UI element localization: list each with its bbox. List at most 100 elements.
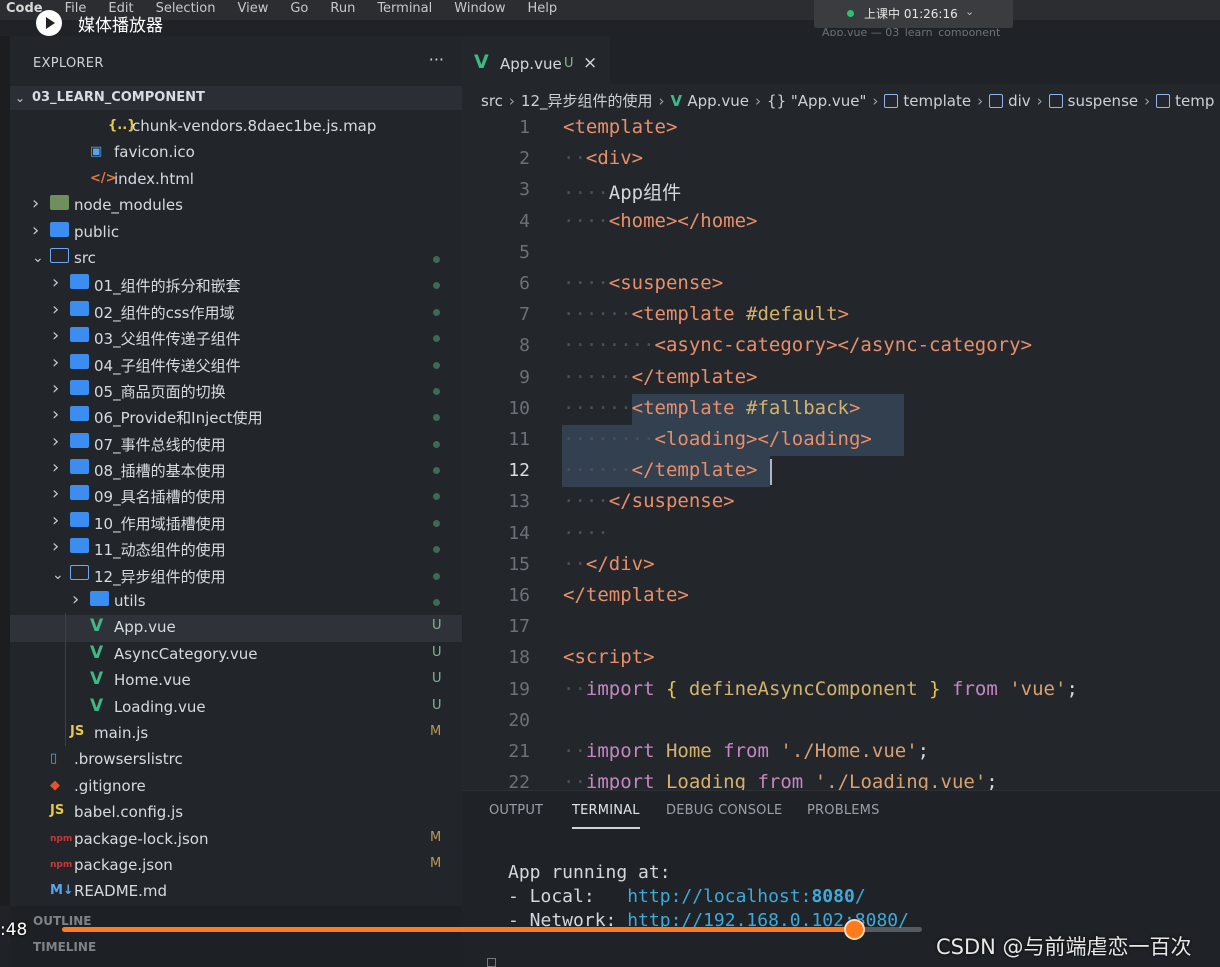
breadcrumb-item[interactable]: {} "App.vue" <box>767 92 866 110</box>
tree-item[interactable]: › 03_父组件传递子组件 <box>10 325 462 351</box>
menu-item-selection[interactable]: Selection <box>156 1 216 16</box>
breadcrumb-item[interactable]: temp <box>1175 92 1214 110</box>
tree-item[interactable]: ⌄ 12_异步组件的使用 <box>10 563 462 589</box>
tree-item-label: main.js <box>94 723 149 742</box>
tab-app-vue[interactable]: V App.vue U × <box>462 36 610 84</box>
code-text: <template> <box>563 116 678 138</box>
code-line[interactable]: 3 ····App组件 <box>462 176 1220 207</box>
code-line[interactable]: 15 ··</div> <box>462 551 1220 582</box>
live-status-pill[interactable]: 上课中 01:26:16 ⌄ <box>814 0 1013 28</box>
tree-item[interactable]: ▣ favicon.ico <box>10 140 462 166</box>
tree-item[interactable]: › 10_作用域插槽使用 <box>10 510 462 536</box>
tab-problems[interactable]: PROBLEMS <box>807 803 880 818</box>
menu-item-terminal[interactable]: Terminal <box>377 1 432 16</box>
code-line[interactable]: 20 <box>462 707 1220 738</box>
tree-item[interactable]: ⌄ src <box>10 246 462 272</box>
chevron-right-icon: › <box>52 377 60 399</box>
code-line[interactable]: 22 ··import Loading from './Loading.vue'; <box>462 769 1220 790</box>
code-line[interactable]: 12 ······</template> <box>462 457 1220 488</box>
tree-item[interactable]: M↓ README.md <box>10 879 462 905</box>
menu-item-window[interactable]: Window <box>454 1 505 16</box>
tree-item[interactable]: JS babel.config.js <box>10 800 462 826</box>
code-text: ··</div> <box>563 552 655 575</box>
tree-item[interactable]: › utils <box>10 589 462 615</box>
outline-section[interactable]: OUTLINE <box>33 914 91 928</box>
git-status-badge: U <box>432 697 442 713</box>
progress-knob[interactable] <box>843 919 865 940</box>
tree-item[interactable]: {..} chunk-vendors.8daec1be.js.map <box>10 114 462 140</box>
line-number: 18 <box>508 647 530 669</box>
tree-item-label: 07_事件总线的使用 <box>94 435 226 454</box>
code-line[interactable]: 2 ··<div> <box>462 145 1220 176</box>
code-line[interactable]: 5 <box>462 239 1220 270</box>
project-header[interactable]: ⌄ 03_LEARN_COMPONENT <box>10 86 462 110</box>
code-line[interactable]: 9 ······</template> <box>462 364 1220 395</box>
code-line[interactable]: 21 ··import Home from './Home.vue'; <box>462 738 1220 769</box>
progress-bar[interactable] <box>62 919 922 940</box>
breadcrumb-item[interactable]: suspense <box>1068 92 1138 110</box>
folder-open-icon <box>50 247 69 263</box>
indent-guide <box>65 613 66 746</box>
breadcrumb-item[interactable]: div <box>1008 92 1031 110</box>
tree-item[interactable]: › public <box>10 220 462 246</box>
tree-item[interactable]: ▯ .browserslistrc <box>10 747 462 773</box>
tree-item[interactable]: › 02_组件的css作用域 <box>10 299 462 325</box>
tree-item-label: 06_Provide和Inject使用 <box>94 409 263 428</box>
tree-item[interactable]: V Loading.vue U <box>10 695 462 721</box>
code-line[interactable]: 10 ······<template #fallback> <box>462 395 1220 426</box>
menu-item-go[interactable]: Go <box>290 1 308 16</box>
tree-item[interactable]: › 05_商品页面的切换 <box>10 378 462 404</box>
tab-terminal[interactable]: TERMINAL <box>572 803 640 829</box>
tree-item[interactable]: › 04_子组件传递父组件 <box>10 352 462 378</box>
code-line[interactable]: 18 <script> <box>462 644 1220 675</box>
code-line[interactable]: 4 ····<home></home> <box>462 208 1220 239</box>
code-line[interactable]: 17 <box>462 613 1220 644</box>
code-line[interactable]: 7 ······<template #default> <box>462 301 1220 332</box>
tree-item-label: node_modules <box>74 196 183 215</box>
code-line[interactable]: 13 ····</suspense> <box>462 488 1220 519</box>
tree-item[interactable]: npm package-lock.json M <box>10 827 462 853</box>
code-line[interactable]: 8 ········<async-category></async-categor… <box>462 332 1220 363</box>
tree-item[interactable]: V Home.vue U <box>10 668 462 694</box>
code-editor[interactable]: 1 <template> 2 ··<div> 3 ····App组件 4 ····<home>… <box>462 114 1220 790</box>
folder-icon <box>50 221 69 237</box>
tree-item[interactable]: › 06_Provide和Inject使用 <box>10 404 462 430</box>
code-line[interactable]: 16 </template> <box>462 582 1220 613</box>
tree-item-label: Home.vue <box>114 671 191 690</box>
breadcrumb-item[interactable]: 12_异步组件的使用 <box>521 92 653 110</box>
code-line[interactable]: 11 ········<loading></loading> <box>462 426 1220 457</box>
tree-item[interactable]: › 09_具名插槽的使用 <box>10 483 462 509</box>
more-actions-icon[interactable]: ··· <box>429 50 444 69</box>
tab-output[interactable]: OUTPUT <box>489 803 543 818</box>
tree-item[interactable]: › 08_插槽的基本使用 <box>10 457 462 483</box>
tree-item[interactable]: V App.vue U <box>10 615 462 642</box>
tree-item[interactable]: </> index.html <box>10 167 462 193</box>
menu-item-view[interactable]: View <box>237 1 268 16</box>
tab-debug-console[interactable]: DEBUG CONSOLE <box>666 803 782 818</box>
tree-item[interactable]: › 07_事件总线的使用 <box>10 431 462 457</box>
tree-item[interactable]: ◆ .gitignore <box>10 774 462 800</box>
panel-toggle-icon[interactable] <box>487 958 496 967</box>
breadcrumb-item[interactable]: template <box>903 92 971 110</box>
breadcrumb-item[interactable]: src <box>481 92 503 110</box>
terminal-local-url[interactable]: http://localhost: <box>627 886 811 907</box>
code-line[interactable]: 6 ····<suspense> <box>462 270 1220 301</box>
menu-bar: Code File Edit Selection View Go Run Terminal Wi… <box>0 0 1220 20</box>
code-line[interactable]: 1 <template> <box>462 114 1220 145</box>
terminal-local-slash[interactable]: / <box>855 886 866 907</box>
tree-item[interactable]: V AsyncCategory.vue U <box>10 642 462 668</box>
tree-item[interactable]: JS main.js M <box>10 721 462 747</box>
tree-item[interactable]: npm package.json M <box>10 853 462 879</box>
menu-item-run[interactable]: Run <box>330 1 355 16</box>
timeline-section[interactable]: TIMELINE <box>33 940 96 954</box>
close-icon[interactable]: × <box>583 53 597 73</box>
code-line[interactable]: 14 ···· <box>462 520 1220 551</box>
play-icon[interactable] <box>36 10 62 36</box>
menu-item-help[interactable]: Help <box>528 1 558 16</box>
terminal-local-port[interactable]: 8080 <box>811 886 854 907</box>
tree-item[interactable]: › node_modules <box>10 193 462 219</box>
tree-item[interactable]: › 01_组件的拆分和嵌套 <box>10 272 462 298</box>
code-line[interactable]: 19 ··import { defineAsyncComponent } from… <box>462 676 1220 707</box>
tree-item[interactable]: › 11_动态组件的使用 <box>10 536 462 562</box>
breadcrumb-item[interactable]: App.vue <box>687 92 749 110</box>
